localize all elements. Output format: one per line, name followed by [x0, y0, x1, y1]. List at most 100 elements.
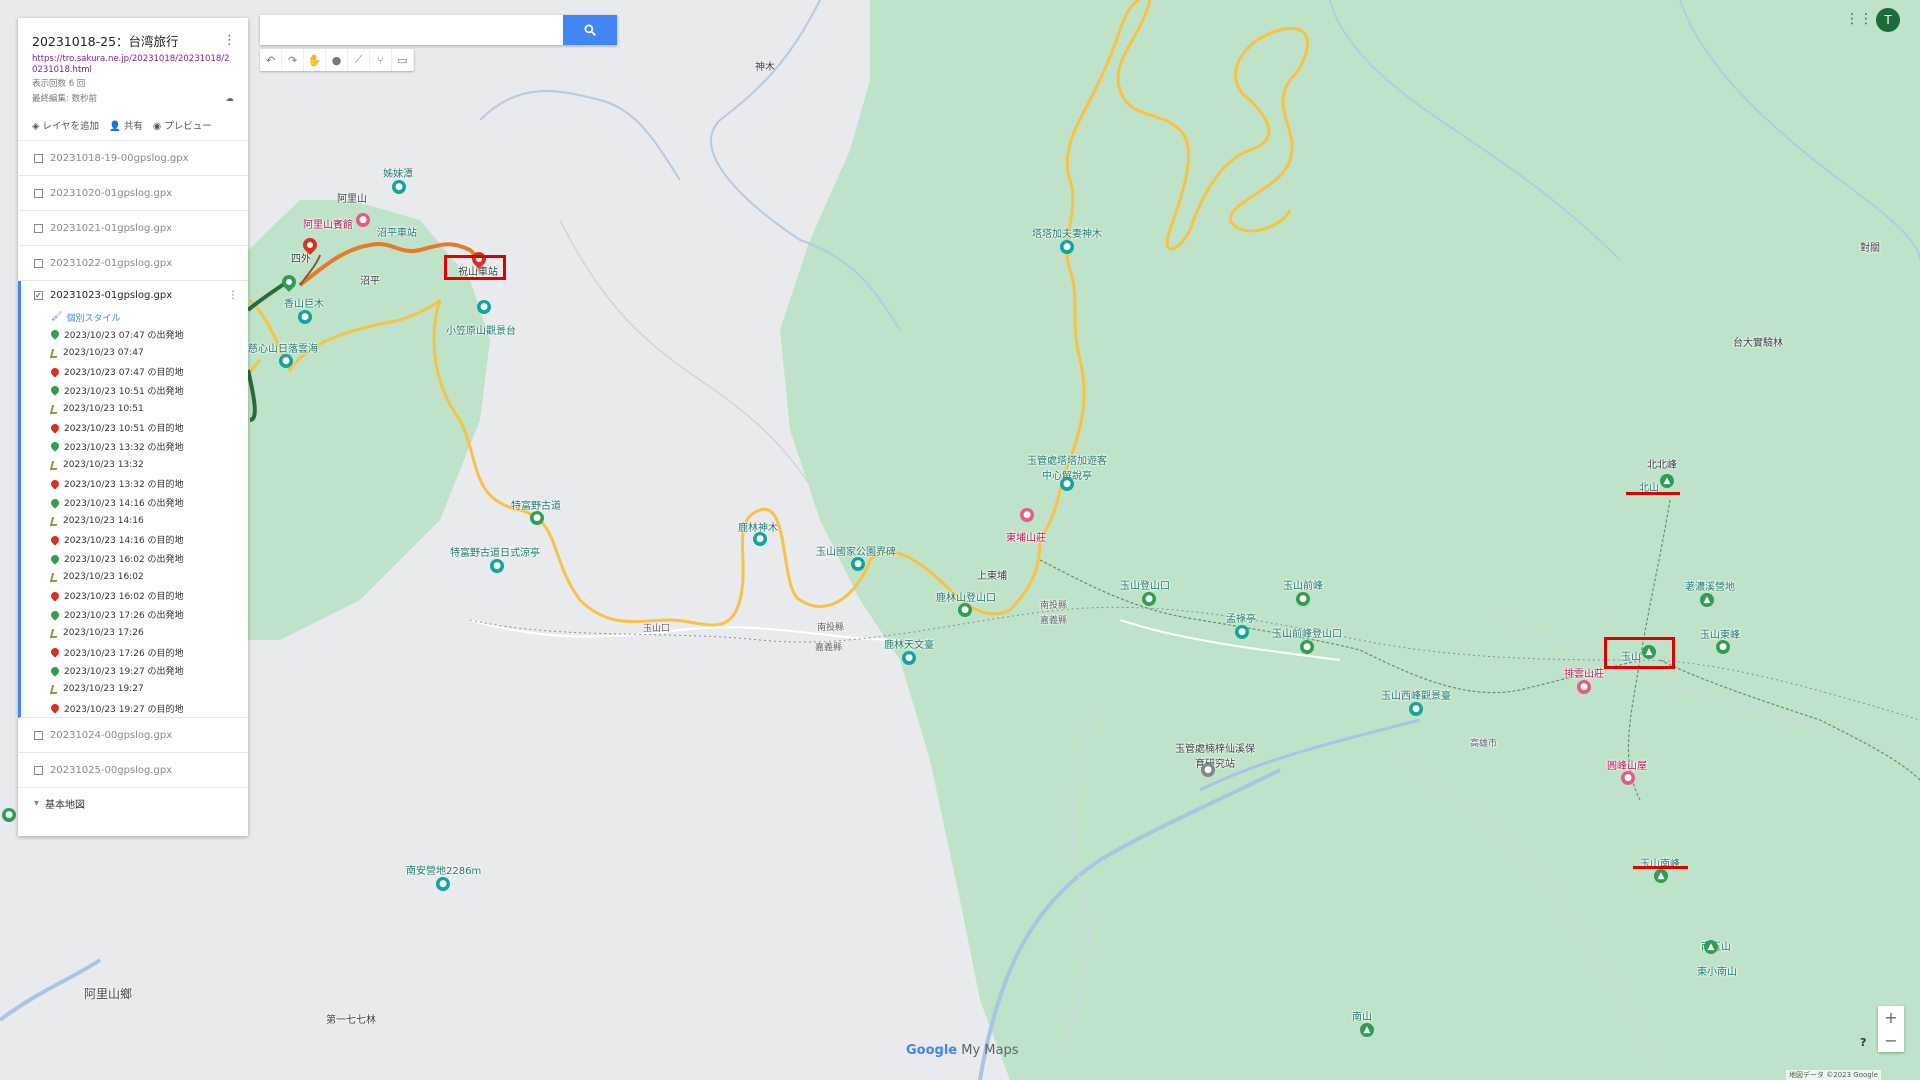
label-tataka-tree[interactable]: 塔塔加夫妻神木 — [1032, 225, 1102, 240]
label-dongpu[interactable]: 東埔山莊 — [1006, 529, 1046, 544]
hand-icon[interactable]: ✋ — [304, 49, 326, 71]
poi-sunset-icon[interactable]: ● — [279, 354, 293, 368]
layer-item[interactable]: 2023/10/23 07:47 の目的地 — [21, 362, 248, 381]
layer-row[interactable]: 20231022-01gpslog.gpx — [18, 246, 248, 281]
label-east-peak[interactable]: 玉山東峰 — [1700, 626, 1740, 641]
layer-item[interactable]: 2023/10/23 14:16 — [21, 512, 248, 531]
search-button[interactable] — [563, 15, 617, 45]
layer-item[interactable]: 2023/10/23 10:51 — [21, 400, 248, 419]
add-marker-icon[interactable]: ● — [326, 49, 348, 71]
poi-tataka-tree-icon[interactable]: ● — [1060, 240, 1074, 254]
layer-item[interactable]: 2023/10/23 13:32 の目的地 — [21, 475, 248, 494]
share-button[interactable]: 👤 共有 — [109, 118, 143, 132]
layer-item[interactable]: 2023/10/23 10:51 の目的地 — [21, 418, 248, 437]
label-paiyun[interactable]: 排雲山莊 — [1564, 665, 1604, 680]
poi-menglu-icon[interactable]: ● — [1235, 625, 1249, 639]
layer-row[interactable]: 20231020-01gpslog.gpx — [18, 176, 248, 211]
poi-nanan-icon[interactable]: ● — [436, 877, 450, 891]
map-url-link[interactable]: https://tro.sakura.ne.jp/20231018/202310… — [18, 52, 248, 76]
layer-row[interactable]: 20231018-19-00gpslog.gpx — [18, 141, 248, 176]
label-yushan-gate[interactable]: 玉山國家公園界碑 — [816, 543, 896, 558]
layer-checkbox[interactable] — [34, 188, 43, 198]
layer-item[interactable]: 2023/10/23 19:27 の出発地 — [21, 661, 248, 680]
attribution[interactable]: 地図データ ©2023 Google — [1786, 1070, 1881, 1080]
layer-checkbox[interactable] — [34, 223, 43, 233]
label-west-peak[interactable]: 玉山西峰觀景臺 — [1381, 687, 1451, 702]
layer-checkbox-checked[interactable]: ✓ — [34, 290, 43, 300]
layer-name[interactable]: 20231023-01gpslog.gpx — [50, 290, 172, 301]
search-input[interactable] — [260, 15, 563, 45]
layer-more-icon[interactable]: ⋮ — [228, 290, 238, 301]
label-tefuye[interactable]: 特富野古道 — [511, 497, 561, 512]
label-front-trailhead[interactable]: 玉山前峰登山口 — [1272, 625, 1342, 640]
preview-button[interactable]: ◉ プレビュー — [153, 118, 212, 132]
poi-jiemeitan-icon[interactable]: ● — [392, 180, 406, 194]
poi-xiangshan-icon[interactable]: ● — [298, 310, 312, 324]
layer-item[interactable]: 2023/10/23 16:02 の目的地 — [21, 587, 248, 606]
layer-checkbox[interactable] — [34, 258, 43, 268]
layer-checkbox[interactable] — [34, 153, 43, 163]
label-yunfeng[interactable]: 圓峰山屋 — [1607, 757, 1647, 772]
poi-alishan-hotel-icon[interactable]: ● — [356, 213, 370, 227]
layer-checkbox[interactable] — [34, 765, 43, 775]
label-xiaoliyuan[interactable]: 小笠原山觀景台 — [446, 322, 516, 337]
label-lulin-temple[interactable]: 鹿林天文臺 — [884, 636, 934, 651]
poi-dongpu-icon[interactable]: ● — [1020, 508, 1034, 522]
poi-front-trailhead-icon[interactable]: ● — [1300, 640, 1314, 654]
poi-lulin-tree-icon[interactable]: ● — [753, 532, 767, 546]
layer-row[interactable]: 20231021-01gpslog.gpx — [18, 211, 248, 246]
label-tefuye-platform[interactable]: 特富野古道日式涼亭 — [450, 544, 540, 559]
map-canvas[interactable] — [0, 0, 1920, 1080]
label-nanan[interactable]: 南安營地2286m — [406, 862, 481, 877]
label-yuanfeng-camp[interactable]: 荖濃溪營地 — [1685, 578, 1735, 593]
layer-item[interactable]: 2023/10/23 13:32 の出発地 — [21, 437, 248, 456]
label-jiemeitan[interactable]: 姊妹潭 — [383, 165, 413, 180]
poi-lulin-temple-icon[interactable]: ● — [902, 651, 916, 665]
poi-research-icon[interactable]: ● — [1201, 763, 1215, 777]
poi-paiyun-icon[interactable]: ● — [1577, 680, 1591, 694]
add-layer-button[interactable]: ◈ レイヤを追加 — [32, 118, 99, 132]
layer-item[interactable]: 2023/10/23 17:26 — [21, 624, 248, 643]
layer-item[interactable]: 2023/10/23 14:16 の目的地 — [21, 531, 248, 550]
poi-yushan-front-icon[interactable]: ● — [1296, 592, 1310, 606]
basemap-toggle[interactable]: ▾ 基本地図 — [18, 788, 248, 818]
poi-north-peak-icon[interactable]: ▲ — [1660, 474, 1674, 488]
map-title[interactable]: 20231018-25：台湾旅行 — [18, 18, 193, 52]
route-icon[interactable]: ⑂ — [370, 49, 392, 71]
layer-item[interactable]: 2023/10/23 17:26 の出発地 — [21, 605, 248, 624]
layer-item[interactable]: 2023/10/23 07:47 の出発地 — [21, 325, 248, 344]
layer-row[interactable]: 20231024-00gpslog.gpx — [18, 718, 248, 754]
label-research[interactable]: 玉管處楠梓仙溪保育研究站 — [1175, 740, 1255, 770]
poi-south-peak-icon[interactable]: ▲ — [1654, 869, 1668, 883]
draw-line-icon[interactable]: ⟋ — [348, 49, 370, 71]
layer-item[interactable]: 2023/10/23 16:02 の出発地 — [21, 549, 248, 568]
layer-item[interactable]: 2023/10/23 17:26 の目的地 — [21, 643, 248, 662]
layer-item[interactable]: 2023/10/23 19:27 の目的地 — [21, 699, 248, 718]
poi-lulin-trail-icon[interactable]: ● — [958, 603, 972, 617]
poi-yuanfeng-camp-icon[interactable]: ▲ — [1700, 593, 1714, 607]
poi-xiaoliyuan-icon[interactable]: ● — [477, 300, 491, 314]
label-alishan-hotel[interactable]: 阿里山賓館 — [303, 216, 353, 231]
help-icon[interactable]: ? — [1860, 1036, 1866, 1049]
label-menglu[interactable]: 孟祿亭 — [1226, 610, 1256, 625]
zoom-out-button[interactable]: − — [1878, 1029, 1904, 1052]
poi-tataka-center-icon[interactable]: ● — [1060, 477, 1074, 491]
label-nanshan2[interactable]: 南山 — [1352, 1008, 1372, 1023]
poi-tefuye-icon[interactable]: ● — [530, 511, 544, 525]
layer-item[interactable]: 2023/10/23 13:32 — [21, 456, 248, 475]
layer-item[interactable]: 2023/10/23 16:02 — [21, 568, 248, 587]
layer-checkbox[interactable] — [34, 730, 43, 740]
layer-item[interactable]: 2023/10/23 10:51 の出発地 — [21, 381, 248, 400]
label-dongxiao[interactable]: 東小南山 — [1697, 963, 1737, 978]
layer-item[interactable]: 2023/10/23 14:16 の出発地 — [21, 493, 248, 512]
poi-tefuye-platform-icon[interactable]: ● — [490, 559, 504, 573]
search-bar[interactable] — [260, 15, 617, 45]
poi-yunfeng-icon[interactable]: ● — [1621, 771, 1635, 785]
poi-nanshan-icon[interactable]: ▲ — [1704, 940, 1718, 954]
label-sunset[interactable]: 慈心山日落雲海 — [248, 340, 318, 355]
poi-nanshan2-icon[interactable]: ▲ — [1360, 1023, 1374, 1037]
individual-style-link[interactable]: 🖌 個別スタイル — [21, 309, 248, 325]
label-yushan-trailhead[interactable]: 玉山登山口 — [1120, 577, 1170, 592]
poi-yushan-gate-icon[interactable]: ● — [851, 557, 865, 571]
label-lulin-trail[interactable]: 鹿林山登山口 — [936, 589, 996, 604]
